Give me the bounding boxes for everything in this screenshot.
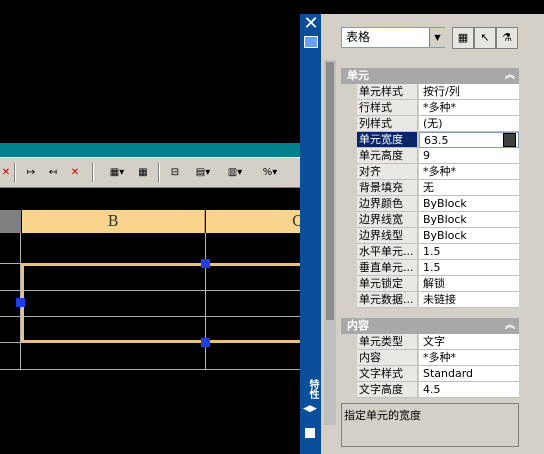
merge-cells-icon[interactable]: ▦▾ (104, 164, 130, 181)
collapse-icon[interactable]: ◀▶ (303, 404, 317, 414)
data-format-icon[interactable]: %▾ (256, 164, 284, 181)
property-name: 边界颜色 (357, 196, 418, 212)
property-row[interactable]: 单元类型 文字 (341, 334, 519, 350)
table-editor-title-bar (0, 143, 300, 157)
property-name: 边界线型 (357, 228, 418, 244)
chevron-down-icon[interactable]: ▼ (429, 28, 445, 47)
palette-scrollbar-thumb[interactable] (326, 62, 334, 320)
category-header-cell[interactable]: 单元 ︽ (341, 68, 519, 84)
property-name: 列样式 (357, 116, 418, 132)
property-row[interactable]: 单元宽度 63.5 (341, 132, 519, 148)
category-header-content[interactable]: 内容 ︽ (341, 318, 519, 334)
property-row[interactable]: 对齐 *多种* (341, 164, 519, 180)
property-value[interactable]: 文字 (419, 334, 519, 350)
property-name: 单元高度 (357, 148, 418, 164)
quick-select-icon[interactable]: ⚗ (496, 27, 518, 49)
property-row[interactable]: 列样式 (无) (341, 116, 519, 132)
grip-handle-left[interactable] (16, 298, 25, 307)
property-name: 内容 (357, 350, 418, 366)
property-row[interactable]: 文字高度 4.5 (341, 382, 519, 398)
calculator-icon[interactable] (503, 133, 516, 147)
property-value[interactable]: 无 (419, 180, 519, 196)
collapse-chevron-icon[interactable]: ︽ (505, 68, 515, 84)
category-title: 单元 (347, 69, 369, 82)
property-description: 指定单元的宽度 (341, 403, 519, 447)
palette-vertical-title: 特性 (307, 379, 318, 399)
property-row[interactable]: 单元锁定 解锁 (341, 276, 519, 292)
close-icon[interactable]: ✕ (302, 14, 320, 34)
column-header-b[interactable]: B (22, 210, 205, 233)
property-name: 单元宽度 (357, 132, 418, 148)
insert-column-right-icon[interactable]: ↤ (44, 164, 62, 181)
property-value[interactable]: 解锁 (419, 276, 519, 292)
delete-row-icon[interactable]: ✕ (0, 164, 12, 181)
property-name: 单元类型 (357, 334, 418, 350)
property-row[interactable]: 文字样式 Standard (341, 366, 519, 382)
select-objects-icon[interactable]: ↖ (474, 27, 496, 49)
property-name: 单元样式 (357, 84, 418, 100)
property-value[interactable]: 9 (419, 148, 519, 164)
grid-line (0, 369, 300, 370)
property-value[interactable]: *多种* (419, 164, 519, 180)
property-value[interactable]: *多种* (419, 100, 519, 116)
property-value[interactable]: Standard (419, 366, 519, 382)
property-row[interactable]: 垂直单元... 1.5 (341, 260, 519, 276)
property-name: 对齐 (357, 164, 418, 180)
property-value[interactable]: ByBlock (419, 228, 519, 244)
table-toolbar: ✕ ↦ ↤ ✕ ▦▾ ▦ ⊟ ▤▾ ▥▾ %▾ (0, 157, 300, 188)
delete-column-icon[interactable]: ✕ (66, 164, 84, 181)
property-value[interactable]: (无) (419, 116, 519, 132)
property-value[interactable]: ByBlock (419, 212, 519, 228)
property-name: 背景填充 (357, 180, 418, 196)
property-name: 边界线宽 (357, 212, 418, 228)
property-row[interactable]: 内容 *多种* (341, 350, 519, 366)
property-row[interactable]: 行样式 *多种* (341, 100, 519, 116)
property-name: 单元锁定 (357, 276, 418, 292)
property-value[interactable]: *多种* (419, 350, 519, 366)
property-row[interactable]: 单元高度 9 (341, 148, 519, 164)
auto-hide-icon[interactable] (304, 36, 318, 48)
align-icon[interactable]: ▤▾ (190, 164, 216, 181)
toggle-pickadd-icon[interactable]: ▦ (452, 27, 474, 49)
property-row[interactable]: 边界线型 ByBlock (341, 228, 519, 244)
property-row[interactable]: 边界颜色 ByBlock (341, 196, 519, 212)
property-row[interactable]: 背景填充无 (341, 180, 519, 196)
column-header-c-label: C (292, 212, 300, 230)
property-row[interactable]: 单元数据... 未链接 (341, 292, 519, 308)
property-name: 水平单元... (357, 244, 418, 260)
category-title: 内容 (347, 319, 369, 332)
property-value[interactable]: 未链接 (419, 292, 519, 308)
property-row[interactable]: 边界线宽 ByBlock (341, 212, 519, 228)
cell-selection-rect[interactable] (21, 263, 300, 343)
property-name: 行样式 (357, 100, 418, 116)
palette-menu-icon[interactable] (303, 426, 317, 440)
row-header-corner (0, 210, 21, 233)
property-name: 文字样式 (357, 366, 418, 382)
property-name: 文字高度 (357, 382, 418, 398)
property-name: 垂直单元... (357, 260, 418, 276)
grip-handle-top[interactable] (201, 259, 210, 268)
cell-borders-icon[interactable]: ⊟ (166, 164, 184, 181)
cell-style-icon[interactable]: ▥▾ (222, 164, 248, 181)
unmerge-cells-icon[interactable]: ▦ (134, 164, 152, 181)
grip-handle-bottom[interactable] (201, 338, 210, 347)
property-value[interactable]: 1.5 (419, 244, 519, 260)
column-header-c[interactable]: C (206, 210, 300, 233)
property-name: 单元数据... (357, 292, 418, 308)
collapse-chevron-icon[interactable]: ︽ (505, 318, 515, 334)
insert-column-left-icon[interactable]: ↦ (22, 164, 40, 181)
property-row[interactable]: 水平单元... 1.5 (341, 244, 519, 260)
property-value[interactable]: 4.5 (419, 382, 519, 398)
property-value[interactable]: ByBlock (419, 196, 519, 212)
property-row[interactable]: 单元样式 按行/列 (341, 84, 519, 100)
property-value[interactable]: 1.5 (419, 260, 519, 276)
property-value[interactable]: 按行/列 (419, 84, 519, 100)
